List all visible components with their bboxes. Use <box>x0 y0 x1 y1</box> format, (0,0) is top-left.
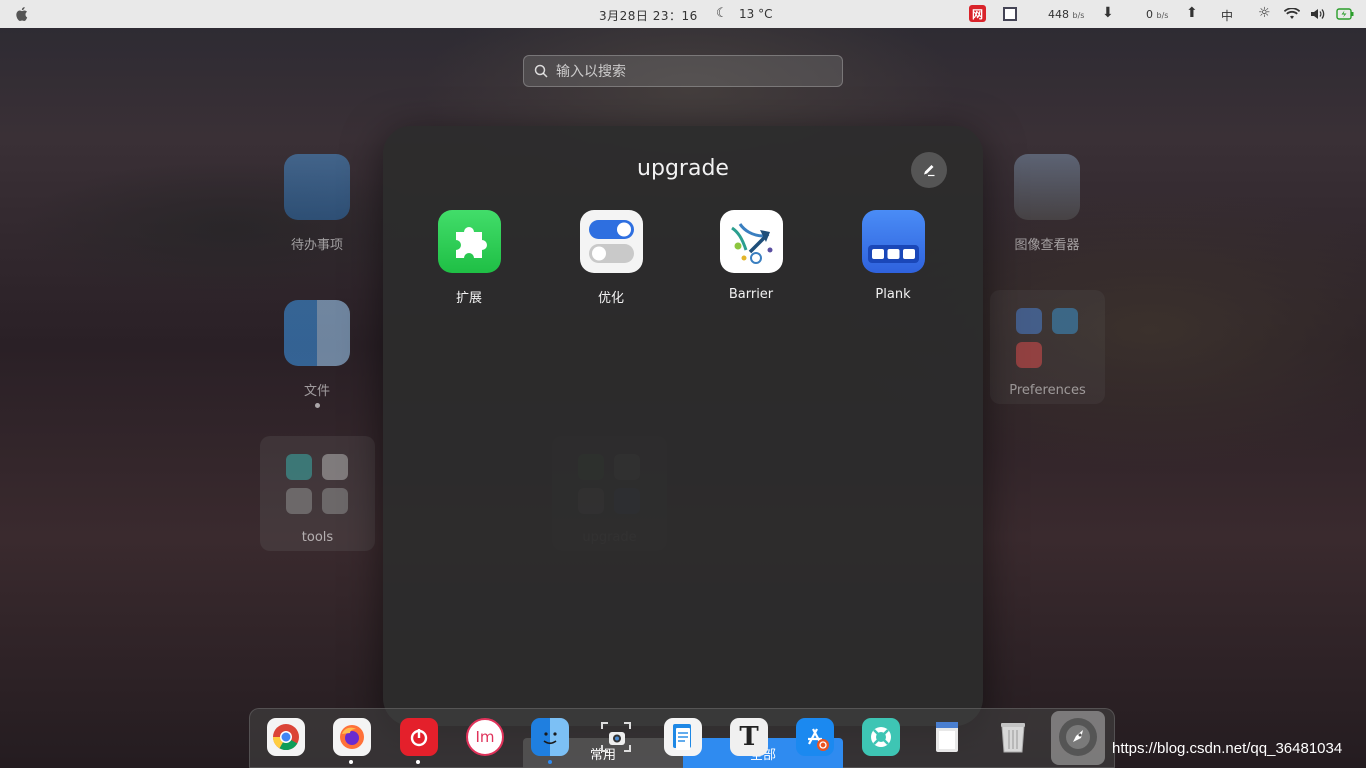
running-indicator <box>349 760 353 764</box>
date-time[interactable]: 3月28日 23：16 <box>599 7 698 24</box>
lifebuoy-icon <box>286 454 312 480</box>
search-icon <box>534 64 548 78</box>
font-icon[interactable]: T <box>730 718 768 756</box>
folder-preferences[interactable]: Preferences <box>990 290 1105 404</box>
notes-icon[interactable] <box>928 718 966 756</box>
search-placeholder: 输入以搜索 <box>556 64 626 80</box>
disk-icon <box>322 488 348 514</box>
bookmark-icon <box>284 154 350 220</box>
folder-popup: upgrade 扩展 优化 Barrier Plank <box>383 126 983 726</box>
app-todo[interactable]: 待办事项 <box>257 154 377 253</box>
finder-icon[interactable] <box>531 718 569 756</box>
lifebuoy-icon[interactable] <box>862 718 900 756</box>
pencil-icon <box>924 165 935 177</box>
watermark: https://blog.csdn.net/qq_36481034 <box>1112 740 1343 757</box>
brightness-icon[interactable]: ☼ <box>1258 5 1271 21</box>
battery-icon[interactable] <box>1336 8 1354 20</box>
folder-title[interactable]: upgrade <box>383 156 983 181</box>
barrier-icon <box>719 210 783 273</box>
document-viewer-icon[interactable] <box>664 718 702 756</box>
launchpad-icon[interactable] <box>1059 718 1097 756</box>
screenshot-icon[interactable] <box>597 718 635 756</box>
app-store-icon[interactable] <box>796 718 834 756</box>
app-extensions[interactable]: 扩展 <box>409 210 529 306</box>
upload-speed: 0 b/s <box>1146 8 1169 21</box>
system-monitor-tray-icon[interactable] <box>1003 7 1017 21</box>
netease-music-tray-icon[interactable]: 网 <box>969 5 986 22</box>
rename-folder-button[interactable] <box>911 152 947 188</box>
app-label: Plank <box>875 287 911 302</box>
input-method-indicator[interactable]: 中 <box>1221 7 1233 24</box>
app-label: 文件 <box>303 384 330 399</box>
running-indicator <box>416 760 420 764</box>
wifi-icon[interactable] <box>1284 8 1300 20</box>
firefox-icon[interactable] <box>333 718 371 756</box>
download-speed: 448 b/s <box>1048 8 1085 21</box>
running-indicator <box>548 760 552 764</box>
running-indicator <box>314 403 320 408</box>
search-box[interactable]: 输入以搜索 <box>523 55 843 87</box>
folder-label: Preferences <box>1009 383 1086 398</box>
tweaks-icon <box>1052 308 1078 334</box>
app-image-viewer[interactable]: 图像查看器 <box>987 154 1107 253</box>
weather-temperature[interactable]: 13 °C <box>739 7 772 21</box>
app-label: 图像查看器 <box>1014 238 1080 253</box>
apple-logo-icon[interactable] <box>14 6 30 22</box>
moon-icon: ☾ <box>716 6 728 21</box>
app-tweaks[interactable]: 优化 <box>551 210 671 306</box>
folder-tools[interactable]: tools <box>260 436 375 551</box>
app-label: 扩展 <box>455 291 482 306</box>
disk-icon <box>286 488 312 514</box>
finder-icon <box>284 300 350 366</box>
app-files[interactable]: 文件 <box>257 300 377 408</box>
gift-icon <box>1016 342 1042 368</box>
app-label: 待办事项 <box>290 238 343 253</box>
chrome-icon[interactable] <box>267 718 305 756</box>
app-label: Barrier <box>728 287 774 302</box>
upload-arrow-icon: ⬆ <box>1186 5 1198 21</box>
toggles-icon <box>579 210 643 273</box>
download-arrow-icon: ⬇ <box>1102 5 1114 21</box>
app-barrier[interactable]: Barrier <box>691 210 811 302</box>
settings-icon <box>1016 308 1042 334</box>
folder-label: tools <box>301 530 334 545</box>
netease-music-icon[interactable] <box>400 718 438 756</box>
image-viewer-icon <box>1014 154 1080 220</box>
app-label: 优化 <box>597 291 624 306</box>
app-plank[interactable]: Plank <box>833 210 953 302</box>
plank-icon <box>861 210 925 273</box>
trash-icon[interactable] <box>994 718 1032 756</box>
volume-icon[interactable] <box>1310 8 1326 20</box>
time-icon <box>322 454 348 480</box>
puzzle-icon <box>437 210 501 273</box>
im-icon[interactable]: Im <box>466 718 504 756</box>
top-menu-bar: 3月28日 23：16 ☾ 13 °C 网 448 b/s ⬇ 0 b/s ⬆ … <box>0 0 1366 28</box>
